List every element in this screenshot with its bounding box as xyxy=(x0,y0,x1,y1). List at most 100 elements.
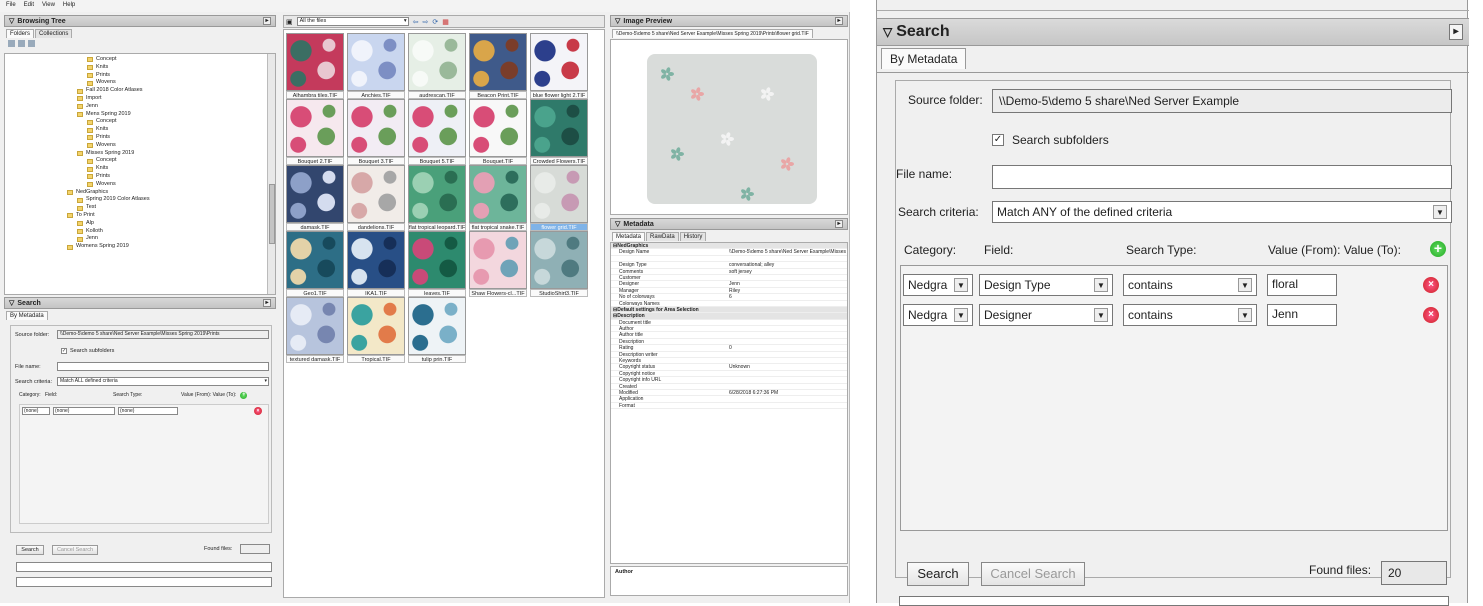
thumbnail-item[interactable]: audrescan.TIF xyxy=(408,33,466,101)
category-select[interactable]: Nedgra ▼ xyxy=(903,304,973,326)
tree-item[interactable]: Prints xyxy=(5,134,275,142)
thumbnail-item[interactable]: flat tropical leopard.TIF xyxy=(408,165,466,233)
tree-scrollbar[interactable] xyxy=(267,54,275,294)
collapse-icon[interactable]: ▽ xyxy=(883,25,892,39)
tree-item[interactable]: To Print xyxy=(5,212,275,220)
tree-item[interactable]: Fall 2018 Color Atlases xyxy=(5,87,275,95)
thumbnail-item[interactable]: leaves.TIF xyxy=(408,231,466,299)
tree-item[interactable]: Wovens xyxy=(5,181,275,189)
remove-criteria-icon-small[interactable]: × xyxy=(254,407,262,415)
menu-file[interactable]: File xyxy=(6,2,16,10)
tree-item[interactable]: Prints xyxy=(5,72,275,80)
tree-item[interactable]: Mens Spring 2019 xyxy=(5,111,275,119)
search-button[interactable]: Search xyxy=(907,562,969,586)
cancel-search-button-small[interactable]: Cancel Search xyxy=(52,545,98,555)
search-type-select[interactable]: contains ▼ xyxy=(1123,274,1257,296)
tree-item[interactable]: Womens Spring 2019 xyxy=(5,243,275,251)
tab-metadata[interactable]: Metadata xyxy=(612,232,646,241)
collapse-icon[interactable]: ▽ xyxy=(9,299,14,307)
tree-item[interactable]: NedGraphics xyxy=(5,189,275,197)
remove-criteria-icon[interactable]: × xyxy=(1423,277,1439,293)
value-input[interactable]: Jenn xyxy=(1267,304,1337,326)
type-select-small[interactable]: (none) xyxy=(118,407,178,415)
tree-item[interactable]: Test xyxy=(5,204,275,212)
folder-filter-select[interactable]: All the files ▾ xyxy=(296,17,409,26)
panel-menu-icon[interactable]: ▸ xyxy=(835,17,843,25)
tree-item[interactable]: Knits xyxy=(5,64,275,72)
collapse-icon[interactable]: ▽ xyxy=(615,17,620,25)
search-type-select[interactable]: contains ▼ xyxy=(1123,304,1257,326)
tree-item[interactable]: Kolloth xyxy=(5,228,275,236)
thumbnail-item[interactable]: flat tropical snake.TIF xyxy=(469,165,527,233)
thumbnail-item[interactable]: flower grid.TIF xyxy=(530,165,588,233)
new-folder-icon[interactable] xyxy=(8,40,15,47)
tab-history[interactable]: History xyxy=(679,232,707,241)
value-input[interactable]: floral xyxy=(1267,274,1337,296)
tab-by-metadata-small[interactable]: By Metadata xyxy=(6,311,48,320)
tab-folders[interactable]: Folders xyxy=(6,29,35,38)
thumbnail-item[interactable]: Tropical.TIF xyxy=(347,297,405,365)
thumbnail-item[interactable]: Geo1.TIF xyxy=(286,231,344,299)
search-subfolders-checkbox-small[interactable]: ✓ xyxy=(61,348,67,354)
refresh-icon[interactable]: ⟳ xyxy=(432,18,438,26)
thumbnail-item[interactable]: textured damask.TIF xyxy=(286,297,344,365)
tree-item[interactable]: Prints xyxy=(5,173,275,181)
source-folder-field[interactable]: \\Demo-5\demo 5 share\Ned Server Example xyxy=(992,89,1452,113)
thumbnail-item[interactable]: Shaw Flowers-cl...TIF xyxy=(469,231,527,299)
thumbnail-item[interactable]: IKA1.TIF xyxy=(347,231,405,299)
thumbnail-item[interactable]: Bouquet 5.TIF xyxy=(408,99,466,167)
cancel-search-button[interactable]: Cancel Search xyxy=(981,562,1085,586)
tree-item[interactable]: Concept xyxy=(5,118,275,126)
thumbnail-item[interactable]: tulip prin.TIF xyxy=(408,297,466,365)
delete-folder-icon[interactable] xyxy=(28,40,35,47)
panel-menu-icon[interactable]: ▸ xyxy=(263,17,271,25)
category-select[interactable]: Nedgra ▼ xyxy=(903,274,973,296)
view-mode-icon[interactable]: ▦ xyxy=(442,18,449,26)
panel-menu-icon[interactable]: ▸ xyxy=(835,220,843,228)
tree-item[interactable]: Knits xyxy=(5,126,275,134)
collapse-icon[interactable]: ▽ xyxy=(9,17,14,25)
thumbnail-item[interactable]: Crowded Flowers.TIF xyxy=(530,99,588,167)
tree-item[interactable]: Import xyxy=(5,95,275,103)
tree-item[interactable]: Knits xyxy=(5,165,275,173)
field-select[interactable]: Designer ▼ xyxy=(979,304,1113,326)
tree-item[interactable]: Jenn xyxy=(5,235,275,243)
add-criteria-icon-small[interactable]: + xyxy=(240,392,248,399)
remove-criteria-icon[interactable]: × xyxy=(1423,307,1439,323)
panel-menu-icon[interactable]: ▸ xyxy=(1449,24,1463,40)
tree-item[interactable]: Wovens xyxy=(5,142,275,150)
thumbnail-item[interactable]: damask.TIF xyxy=(286,165,344,233)
thumbnail-item[interactable]: Bouquet 2.TIF xyxy=(286,99,344,167)
tree-item[interactable]: Misses Spring 2019 xyxy=(5,150,275,158)
menu-edit[interactable]: Edit xyxy=(24,2,34,10)
thumbnail-item[interactable]: Bouquet 3.TIF xyxy=(347,99,405,167)
preview-path-tab[interactable]: \\Demo-5\demo 5 share\Ned Server Example… xyxy=(612,29,813,38)
back-icon[interactable]: ⇦ xyxy=(413,18,419,26)
thumbnail-item[interactable]: StudioShirt3.TIF xyxy=(530,231,588,299)
tree-item[interactable]: Jenn xyxy=(5,103,275,111)
category-select-small[interactable]: (none) xyxy=(22,407,50,415)
field-select-small[interactable]: (none) xyxy=(53,407,115,415)
tab-collections[interactable]: Collections xyxy=(35,29,73,38)
search-subfolders-checkbox[interactable]: ✓ xyxy=(992,134,1004,146)
source-folder-field-small[interactable]: \\Demo-5\demo 5 share\Ned Server Example… xyxy=(57,330,269,339)
menu-help[interactable]: Help xyxy=(63,2,75,10)
add-criteria-icon[interactable]: + xyxy=(1430,241,1446,257)
tree-item[interactable]: Concept xyxy=(5,157,275,165)
tree-item[interactable]: Spring 2019 Color Atlases xyxy=(5,196,275,204)
metadata-row[interactable]: Format xyxy=(611,403,847,410)
file-name-input-small[interactable] xyxy=(57,362,269,371)
forward-icon[interactable]: ⇨ xyxy=(423,18,429,26)
copy-folder-icon[interactable] xyxy=(18,40,25,47)
menu-view[interactable]: View xyxy=(42,2,55,10)
field-select[interactable]: Design Type ▼ xyxy=(979,274,1113,296)
tab-by-metadata[interactable]: By Metadata xyxy=(881,48,967,69)
thumbnail-item[interactable]: Beacon Print.TIF xyxy=(469,33,527,101)
search-criteria-select-small[interactable]: Match ALL defined criteria ▾ xyxy=(57,377,269,386)
panel-menu-icon[interactable]: ▸ xyxy=(263,299,271,307)
file-name-input[interactable] xyxy=(992,165,1452,189)
collapse-icon[interactable]: ▽ xyxy=(615,220,620,228)
tree-item[interactable]: Concept xyxy=(5,56,275,64)
tab-rawdata[interactable]: RawData xyxy=(646,232,679,241)
thumbnail-item[interactable]: Bouquet.TIF xyxy=(469,99,527,167)
